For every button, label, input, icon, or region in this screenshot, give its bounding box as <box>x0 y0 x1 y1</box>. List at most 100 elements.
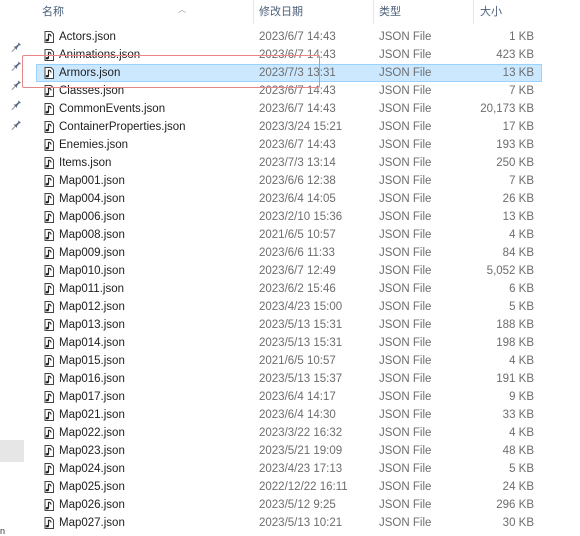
file-row[interactable]: Map027.json 2023/5/13 10:21 JSON File 30 KB <box>36 514 542 532</box>
file-name: Map016.json <box>59 373 125 385</box>
file-modified-date: 2023/3/22 16:32 <box>259 427 343 439</box>
file-row[interactable]: Map016.json 2023/5/13 15:37 JSON File 191 K… <box>36 370 542 388</box>
file-type: JSON File <box>379 409 432 421</box>
file-modified-date: 2023/5/13 15:31 <box>259 337 343 349</box>
file-type: JSON File <box>379 49 432 61</box>
file-row[interactable]: Map017.json 2023/6/4 14:17 JSON File 9 KB <box>36 388 542 406</box>
file-size: 4 KB <box>509 229 534 241</box>
music-file-icon <box>42 138 56 152</box>
file-modified-date: 2023/6/6 11:33 <box>259 247 335 259</box>
file-row[interactable]: CommonEvents.json 2023/6/7 14:43 JSON File… <box>36 100 542 118</box>
file-name: Map012.json <box>59 301 125 313</box>
file-size: 20,173 KB <box>480 103 534 115</box>
file-size: 13 KB <box>502 211 534 223</box>
file-row[interactable]: Map010.json 2023/6/7 12:49 JSON File 5,052 … <box>36 262 542 280</box>
file-row[interactable]: Map004.json 2023/6/4 14:05 JSON File 26 KB <box>36 190 542 208</box>
file-type: JSON File <box>379 85 432 97</box>
music-file-icon <box>42 318 56 332</box>
music-file-icon <box>42 30 56 44</box>
file-size: 17 KB <box>502 121 534 133</box>
file-name: Map004.json <box>59 193 125 205</box>
file-row[interactable]: Map013.json 2023/5/13 15:31 JSON File 188 K… <box>36 316 542 334</box>
file-row[interactable]: ContainerProperties.json 2023/3/24 15:21 J… <box>36 118 542 136</box>
pin-icon[interactable] <box>10 59 22 71</box>
column-header-type[interactable]: 类型 <box>374 0 474 24</box>
file-name: Map013.json <box>59 319 125 331</box>
file-row[interactable]: Map012.json 2023/4/23 15:00 JSON File 5 KB <box>36 298 542 316</box>
file-row[interactable]: Map026.json 2023/5/12 9:25 JSON File 296 KB <box>36 496 542 514</box>
file-row[interactable]: Map001.json 2023/6/6 12:38 JSON File 7 KB <box>36 172 542 190</box>
music-file-icon <box>42 84 56 98</box>
file-size: 7 KB <box>509 175 534 187</box>
file-row[interactable]: Actors.json 2023/6/7 14:43 JSON File 1 KB <box>36 28 542 46</box>
file-type: JSON File <box>379 445 432 457</box>
file-name: Map014.json <box>59 337 125 349</box>
column-header-size[interactable]: 大小 <box>474 0 542 24</box>
file-type: JSON File <box>379 301 432 313</box>
pin-icon[interactable] <box>10 78 22 90</box>
file-size: 193 KB <box>496 139 534 151</box>
file-modified-date: 2021/6/5 10:57 <box>259 355 336 367</box>
column-header-date[interactable]: 修改日期 <box>254 0 374 24</box>
file-size: 33 KB <box>502 409 534 421</box>
vertical-scrollbar[interactable] <box>566 0 580 535</box>
file-type: JSON File <box>379 175 432 187</box>
file-row[interactable]: Items.json 2023/7/3 13:14 JSON File 250 KB <box>36 154 542 172</box>
file-size: 5 KB <box>509 463 534 475</box>
file-modified-date: 2023/5/13 10:21 <box>259 517 343 529</box>
file-type: JSON File <box>379 193 432 205</box>
music-file-icon <box>42 174 56 188</box>
file-type: JSON File <box>379 463 432 475</box>
music-file-icon <box>42 246 56 260</box>
file-size: 423 KB <box>496 49 534 61</box>
file-type: JSON File <box>379 517 432 529</box>
music-file-icon <box>42 516 56 530</box>
music-file-icon <box>42 336 56 350</box>
file-size: 198 KB <box>496 337 534 349</box>
file-row[interactable]: Map009.json 2023/6/6 11:33 JSON File 84 KB <box>36 244 542 262</box>
file-row[interactable]: Map021.json 2023/6/4 14:30 JSON File 33 KB <box>36 406 542 424</box>
file-row[interactable]: Map006.json 2023/2/10 15:36 JSON File 13 KB <box>36 208 542 226</box>
file-row[interactable]: Map023.json 2023/5/21 19:09 JSON File 48 KB <box>36 442 542 460</box>
column-header-name[interactable]: 名称 ︿ <box>36 0 254 24</box>
file-row[interactable]: Classes.json 2023/6/7 14:43 JSON File 7 KB <box>36 82 542 100</box>
file-size: 250 KB <box>496 157 534 169</box>
file-modified-date: 2023/6/4 14:05 <box>259 193 336 205</box>
music-file-icon <box>42 102 56 116</box>
file-name: Map024.json <box>59 463 125 475</box>
file-type: JSON File <box>379 211 432 223</box>
music-file-icon <box>42 120 56 134</box>
music-file-icon <box>42 210 56 224</box>
file-modified-date: 2023/4/23 15:00 <box>259 301 343 313</box>
file-row[interactable]: Map025.json 2022/12/22 16:11 JSON File 24 K… <box>36 478 542 496</box>
file-row[interactable]: Armors.json 2023/7/3 13:31 JSON File 13 KB <box>36 64 542 82</box>
file-type: JSON File <box>379 427 432 439</box>
file-type: JSON File <box>379 157 432 169</box>
file-name: Items.json <box>59 157 112 169</box>
nav-item-hover[interactable] <box>0 440 24 462</box>
file-row[interactable]: Map011.json 2023/6/2 15:46 JSON File 6 KB <box>36 280 542 298</box>
file-modified-date: 2023/5/21 19:09 <box>259 445 343 457</box>
file-row[interactable]: Map022.json 2023/3/22 16:32 JSON File 4 KB <box>36 424 542 442</box>
file-size: 48 KB <box>502 445 534 457</box>
file-size: 24 KB <box>502 481 534 493</box>
file-size: 5 KB <box>509 301 534 313</box>
file-modified-date: 2023/6/2 15:46 <box>259 283 336 295</box>
pin-icon[interactable] <box>10 118 22 130</box>
file-row[interactable]: Map015.json 2021/6/5 10:57 JSON File 4 KB <box>36 352 542 370</box>
pin-icon[interactable] <box>10 40 22 52</box>
file-type: JSON File <box>379 355 432 367</box>
music-file-icon <box>42 228 56 242</box>
file-modified-date: 2023/5/12 9:25 <box>259 499 336 511</box>
file-modified-date: 2023/7/3 13:31 <box>259 67 336 79</box>
pin-icon[interactable] <box>10 98 22 110</box>
file-name: Map008.json <box>59 229 125 241</box>
file-row[interactable]: Animations.json 2023/6/7 14:43 JSON File 42… <box>36 46 542 64</box>
file-row[interactable]: Map014.json 2023/5/13 15:31 JSON File 198 K… <box>36 334 542 352</box>
file-row[interactable]: Enemies.json 2023/6/7 14:43 JSON File 193 K… <box>36 136 542 154</box>
file-size: 191 KB <box>496 373 534 385</box>
file-modified-date: 2023/6/7 14:43 <box>259 49 336 61</box>
sort-ascending-icon: ︿ <box>178 5 186 14</box>
file-row[interactable]: Map008.json 2021/6/5 10:57 JSON File 4 KB <box>36 226 542 244</box>
file-row[interactable]: Map024.json 2023/4/23 17:13 JSON File 5 KB <box>36 460 542 478</box>
